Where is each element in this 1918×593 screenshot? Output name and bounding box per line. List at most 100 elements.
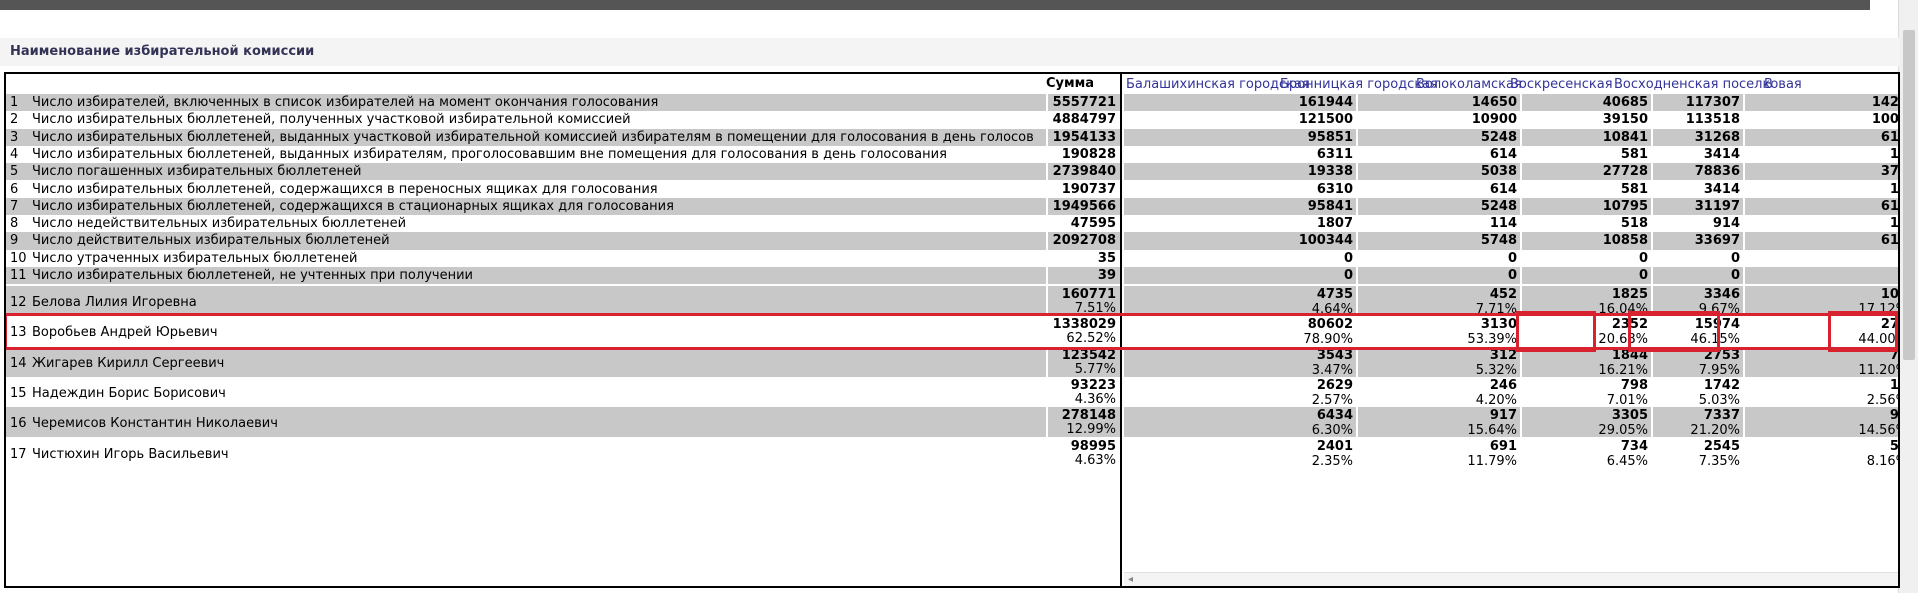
value-cell: 31197 (1620, 199, 1740, 214)
cell-divider (1743, 316, 1745, 347)
commission-link[interactable]: Восходненская поселковая (1614, 77, 1802, 92)
value: 0 (1788, 251, 1898, 266)
value: 610 (1880, 233, 1898, 249)
row-sum: 2739840 (1052, 164, 1116, 180)
value: 95851 (1307, 129, 1353, 145)
commission-link[interactable]: Бронницкая городская (1280, 77, 1438, 92)
vertical-scrollbar[interactable] (1898, 0, 1918, 593)
votes: 312 (1489, 347, 1517, 363)
value-cell: 2753 7.95% (1620, 348, 1740, 378)
vote-percent: 14.56% (1858, 423, 1898, 439)
votes: 91 (1788, 408, 1898, 423)
candidate-row: 47354.64%4527.71%182516.04%33469.67%1071… (1124, 286, 1898, 317)
cell-divider (1520, 197, 1522, 216)
value: 78836 (1694, 164, 1740, 180)
value-cell: 0 (1397, 251, 1517, 266)
row-label: Число избирательных бюллетеней, выданных… (32, 129, 1034, 145)
cell-divider (1356, 111, 1358, 129)
votes: 7337 (1703, 408, 1740, 424)
row-number: 13 (10, 325, 27, 341)
cell-divider (1743, 267, 1745, 285)
commission-link[interactable]: Воскресенская (1510, 77, 1613, 92)
value-cell: 6310 (1233, 182, 1353, 197)
table-row: 9585152481084131268612 (1124, 128, 1898, 146)
candidate-row: 17 Чистюхин Игорь Васильевич 98995 4.63% (6, 437, 1120, 468)
cell-divider (1356, 437, 1358, 468)
value-cell: 452 7.71% (1397, 287, 1517, 317)
row-label: Число избирательных бюллетеней, полученн… (32, 112, 631, 128)
value-cell: 246 4.20% (1397, 378, 1517, 408)
row-label: Число избирательных бюллетеней, содержащ… (32, 198, 674, 214)
cell-divider (1520, 437, 1522, 468)
cell-divider (1046, 111, 1048, 129)
votes: 4735 (1316, 287, 1353, 302)
table-row: 6311614581341413 (1124, 145, 1898, 164)
row-label: Число действительных избирательных бюлле… (32, 233, 390, 249)
value: 114 (1489, 216, 1517, 232)
row-sum: 5557721 (1052, 95, 1116, 110)
value: 14650 (1471, 95, 1517, 110)
value-cell: 121500 (1233, 112, 1353, 127)
cell-divider (1743, 197, 1745, 216)
candidate-row: 14 Жигарев Кирилл Сергеевич 123542 5.77% (6, 346, 1120, 377)
row-number: 2 (10, 112, 19, 128)
value-cell: 917 15.64% (1397, 408, 1517, 438)
cell-divider (1046, 145, 1048, 164)
cell-divider (1356, 249, 1358, 267)
candidate-sum-percent: 4.36% (1074, 391, 1116, 407)
horizontal-scrollbar[interactable]: ◂ (1124, 572, 1898, 586)
value: 19338 (1307, 164, 1353, 180)
votes: 51 (1788, 439, 1898, 454)
value-cell: 0 (1233, 251, 1353, 266)
commission-link[interactable]: В (1764, 77, 1773, 92)
vote-percent: 7.95% (1698, 362, 1740, 378)
cell-divider (1046, 316, 1048, 347)
scrollbar-thumb[interactable] (1903, 30, 1915, 360)
votes: 3130 (1480, 317, 1517, 333)
vote-percent: 11.20% (1858, 362, 1898, 378)
table-row: 1933850382772878836375 (1124, 163, 1898, 181)
value: 100344 (1298, 233, 1353, 249)
votes: 107 (1880, 287, 1898, 302)
table-row: 2 Число избирательных бюллетеней, получен… (6, 111, 1120, 129)
votes: 2753 (1703, 347, 1740, 363)
cell-divider (1520, 346, 1522, 377)
value-cell: 162.56% (1788, 378, 1898, 408)
votes: 16 (1788, 378, 1898, 393)
votes: 2401 (1316, 438, 1353, 454)
row-number: 9 (10, 233, 19, 249)
cell-divider (1046, 376, 1048, 408)
value-cell: 5038 (1397, 164, 1517, 179)
votes: 275 (1880, 317, 1898, 333)
cell-divider (1356, 286, 1358, 317)
cell-divider (1743, 232, 1745, 250)
votes: 3543 (1316, 347, 1353, 363)
value-cell: 1807 (1233, 216, 1353, 231)
value: 0 (1788, 268, 1898, 283)
commission-link[interactable]: Волоколамская (1416, 77, 1522, 92)
row-sum: 39 (1097, 268, 1116, 283)
table-row: 9 Число действительных избирательных бюлл… (6, 232, 1120, 250)
table-row: 7 Число избирательных бюллетеней, содержа… (6, 197, 1120, 216)
vote-percent: 7.35% (1698, 453, 1740, 469)
cell-divider (1651, 215, 1653, 233)
cell-divider (1651, 163, 1653, 181)
cell-divider (1356, 145, 1358, 164)
candidate-sum: 1338029 (1052, 317, 1116, 333)
value-cell: 10900 (1397, 112, 1517, 127)
value: 6311 (1316, 146, 1353, 162)
row-sum: 35 (1097, 250, 1116, 266)
row-number: 17 (10, 446, 27, 462)
candidate-row: 24012.35%69111.79%7346.45%25457.35%518.1… (1124, 437, 1898, 469)
value-cell: 1421 (1788, 95, 1898, 110)
value-cell: 95841 (1233, 199, 1353, 214)
value-cell: 0 (1397, 268, 1517, 283)
scroll-left-arrow-icon[interactable]: ◂ (1128, 574, 1133, 585)
cell-divider (1046, 407, 1048, 438)
cell-divider (1356, 197, 1358, 216)
votes: 70 (1788, 348, 1898, 363)
scrollable-columns[interactable]: Балашихинская городская Бронницкая городс… (1124, 74, 1898, 586)
value: 117307 (1685, 95, 1740, 110)
cell-divider (1651, 346, 1653, 377)
vote-percent: 21.20% (1690, 423, 1740, 439)
